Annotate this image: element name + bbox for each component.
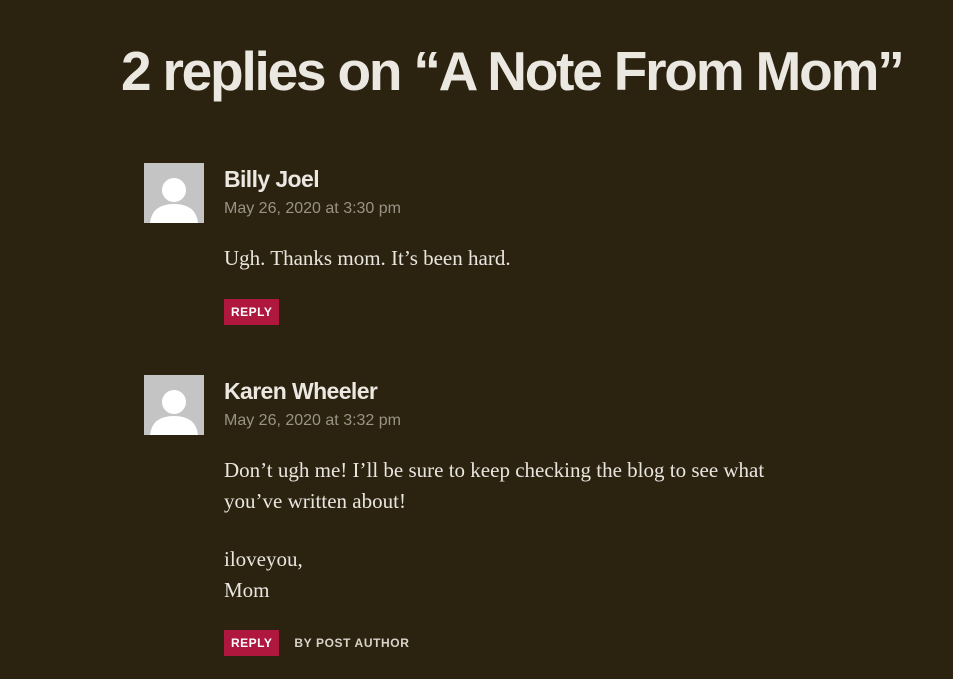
comment-actions: REPLY bbox=[224, 299, 280, 325]
signoff-line: iloveyou, bbox=[224, 547, 303, 571]
default-user-avatar-icon bbox=[150, 178, 198, 223]
comment-content: Ugh. Thanks mom. It’s been hard. bbox=[224, 243, 804, 274]
comment-signoff: iloveyou, Mom bbox=[224, 544, 804, 606]
default-user-avatar-icon bbox=[150, 390, 198, 435]
reply-button[interactable]: REPLY bbox=[224, 299, 280, 325]
signoff-line: Mom bbox=[224, 578, 270, 602]
avatar[interactable] bbox=[144, 163, 204, 223]
comment-paragraph: Ugh. Thanks mom. It’s been hard. bbox=[224, 246, 511, 270]
comment-date-link[interactable]: May 26, 2020 at 3:30 pm bbox=[224, 199, 401, 219]
avatar[interactable] bbox=[144, 375, 204, 435]
comment-date-link[interactable]: May 26, 2020 at 3:32 pm bbox=[224, 411, 401, 431]
comment-author[interactable]: Karen Wheeler bbox=[224, 377, 378, 405]
comment-content: Don’t ugh me! I’ll be sure to keep check… bbox=[224, 455, 804, 606]
comment-paragraph: Don’t ugh me! I’ll be sure to keep check… bbox=[224, 458, 765, 513]
comment-actions: REPLY BY POST AUTHOR bbox=[224, 630, 409, 656]
reply-button[interactable]: REPLY bbox=[224, 630, 280, 656]
post-author-badge: BY POST AUTHOR bbox=[294, 636, 410, 650]
comment-author[interactable]: Billy Joel bbox=[224, 165, 320, 193]
comments-title: 2 replies on “A Note From Mom” bbox=[121, 40, 905, 102]
